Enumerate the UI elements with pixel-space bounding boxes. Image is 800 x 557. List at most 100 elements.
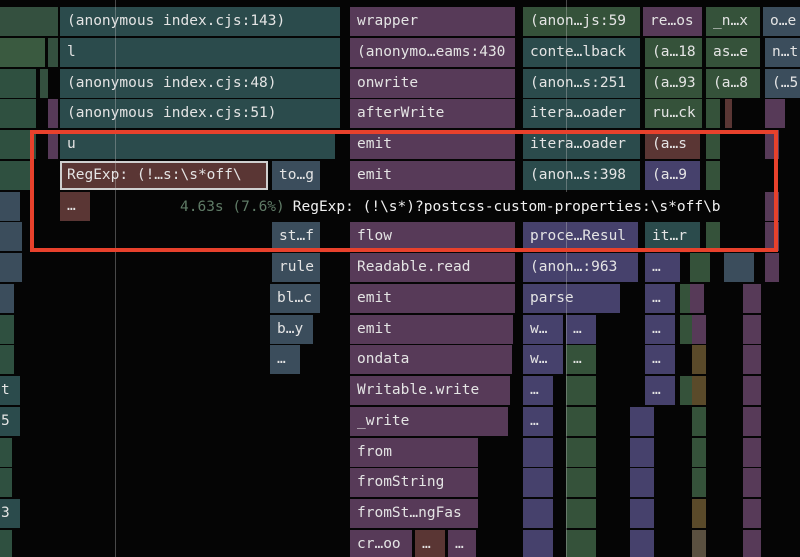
flame-frame-unlabeled[interactable]: [0, 161, 30, 190]
flame-frame-unlabeled[interactable]: [0, 7, 58, 36]
flame-frame[interactable]: …: [415, 530, 445, 557]
flame-frame[interactable]: …: [270, 345, 300, 374]
flame-frame-unlabeled[interactable]: [743, 438, 761, 467]
flame-frame[interactable]: …: [60, 192, 90, 221]
flame-frame-unlabeled[interactable]: [743, 345, 761, 374]
flame-frame[interactable]: …: [566, 345, 596, 374]
flame-frame-unlabeled[interactable]: [692, 530, 706, 557]
flame-frame[interactable]: it…r: [645, 222, 700, 251]
flame-frame-unlabeled[interactable]: [0, 284, 14, 313]
flame-frame[interactable]: conte…lback: [523, 38, 640, 67]
flame-frame[interactable]: w…: [523, 345, 563, 374]
flame-frame[interactable]: 3: [0, 499, 20, 528]
flame-frame-unlabeled[interactable]: [706, 161, 720, 190]
flame-frame-unlabeled[interactable]: [765, 99, 785, 128]
flame-frame[interactable]: ru…ck: [645, 99, 702, 128]
flame-frame-unlabeled[interactable]: [690, 253, 710, 282]
flame-frame-unlabeled[interactable]: [725, 99, 732, 128]
flame-frame-unlabeled[interactable]: [566, 468, 596, 497]
flame-frame-unlabeled[interactable]: [743, 315, 761, 344]
flame-frame[interactable]: emit: [350, 161, 515, 190]
flame-frame-unlabeled[interactable]: [630, 407, 654, 436]
flame-frame-unlabeled[interactable]: [523, 468, 553, 497]
flame-frame-unlabeled[interactable]: [630, 438, 654, 467]
flame-frame-unlabeled[interactable]: [0, 530, 12, 557]
flame-frame[interactable]: (anonymous index.cjs:143): [60, 7, 340, 36]
flame-frame[interactable]: onwrite: [350, 69, 515, 98]
flame-frame-unlabeled[interactable]: [743, 468, 761, 497]
flame-frame[interactable]: w…: [523, 315, 563, 344]
flame-frame-unlabeled[interactable]: [0, 253, 22, 282]
flame-frame-unlabeled[interactable]: [523, 499, 553, 528]
flame-frame[interactable]: …: [645, 376, 675, 405]
flame-frame[interactable]: _write: [350, 407, 508, 436]
flame-frame[interactable]: st…f: [272, 222, 320, 251]
flame-frame-unlabeled[interactable]: [0, 222, 22, 251]
flame-frame[interactable]: emit: [350, 315, 513, 344]
flame-frame-unlabeled[interactable]: [48, 130, 58, 159]
flame-frame-unlabeled[interactable]: [692, 376, 706, 405]
flame-frame[interactable]: emit: [350, 284, 515, 313]
flame-frame[interactable]: to…g: [272, 161, 320, 190]
flame-frame[interactable]: (a…9: [645, 161, 700, 190]
flame-frame-unlabeled[interactable]: [523, 530, 553, 557]
flame-frame[interactable]: …: [645, 253, 680, 282]
flame-frame-unlabeled[interactable]: [692, 499, 706, 528]
flame-frame[interactable]: (…5: [765, 69, 800, 98]
flame-frame[interactable]: cr…oo: [350, 530, 412, 557]
flame-frame[interactable]: …: [523, 407, 553, 436]
flame-frame-unlabeled[interactable]: [765, 222, 779, 251]
flame-frame[interactable]: fromString: [350, 468, 478, 497]
flame-frame[interactable]: proce…Resul: [523, 222, 638, 251]
flame-frame[interactable]: …: [523, 376, 553, 405]
flame-frame-unlabeled[interactable]: [692, 315, 706, 344]
flame-frame[interactable]: …: [645, 284, 675, 313]
flame-frame[interactable]: wrapper: [350, 7, 515, 36]
flame-frame-unlabeled[interactable]: [0, 468, 12, 497]
flame-frame[interactable]: from: [350, 438, 478, 467]
flame-frame-unlabeled[interactable]: [0, 345, 14, 374]
flame-frame-unlabeled[interactable]: [765, 253, 779, 282]
flame-frame-unlabeled[interactable]: [692, 345, 706, 374]
flame-frame[interactable]: rule: [272, 253, 320, 282]
flame-frame[interactable]: afterWrite: [350, 99, 515, 128]
flame-frame[interactable]: (a…8: [706, 69, 760, 98]
flame-frame[interactable]: itera…oader: [523, 130, 640, 159]
flame-frame-selected[interactable]: RegExp: (!…s:\s*off\: [60, 161, 268, 190]
flame-frame-unlabeled[interactable]: [48, 99, 58, 128]
flame-frame-unlabeled[interactable]: [630, 530, 654, 557]
flame-frame-unlabeled[interactable]: [0, 315, 14, 344]
flame-frame[interactable]: bl…c: [270, 284, 320, 313]
flame-frame-unlabeled[interactable]: [743, 499, 761, 528]
flame-frame[interactable]: (anon…s:398: [523, 161, 640, 190]
flame-frame[interactable]: o…e: [763, 7, 800, 36]
flame-frame[interactable]: n…t: [765, 38, 800, 67]
flame-frame-unlabeled[interactable]: [0, 130, 36, 159]
flame-frame-unlabeled[interactable]: [724, 253, 754, 282]
flame-frame[interactable]: (anon…s:251: [523, 69, 640, 98]
flame-frame[interactable]: as…e: [706, 38, 760, 67]
flame-frame-unlabeled[interactable]: [706, 130, 720, 159]
flame-frame[interactable]: l: [60, 38, 340, 67]
flame-frame-unlabeled[interactable]: [566, 376, 596, 405]
flame-frame-unlabeled[interactable]: [523, 438, 553, 467]
flame-frame-unlabeled[interactable]: [566, 530, 596, 557]
flame-frame[interactable]: …: [448, 530, 476, 557]
flame-frame-unlabeled[interactable]: [0, 438, 12, 467]
flame-frame[interactable]: …: [645, 345, 675, 374]
flame-frame-unlabeled[interactable]: [690, 284, 704, 313]
flame-frame-unlabeled[interactable]: [566, 438, 596, 467]
flame-frame[interactable]: (anonymo…eams:430: [350, 38, 515, 67]
flame-frame[interactable]: …: [645, 315, 675, 344]
flame-frame[interactable]: (anonymous index.cjs:48): [60, 69, 340, 98]
flame-frame[interactable]: (a…s: [645, 130, 700, 159]
flame-frame[interactable]: b…y: [270, 315, 313, 344]
flame-frame-unlabeled[interactable]: [765, 192, 779, 221]
flame-frame[interactable]: (a…18: [645, 38, 702, 67]
flame-frame-unlabeled[interactable]: [743, 530, 761, 557]
flame-frame-unlabeled[interactable]: [630, 468, 654, 497]
flame-frame-unlabeled[interactable]: [0, 38, 45, 67]
flame-frame[interactable]: parse: [523, 284, 620, 313]
flame-frame-unlabeled[interactable]: [706, 99, 720, 128]
flame-frame-unlabeled[interactable]: [630, 499, 654, 528]
